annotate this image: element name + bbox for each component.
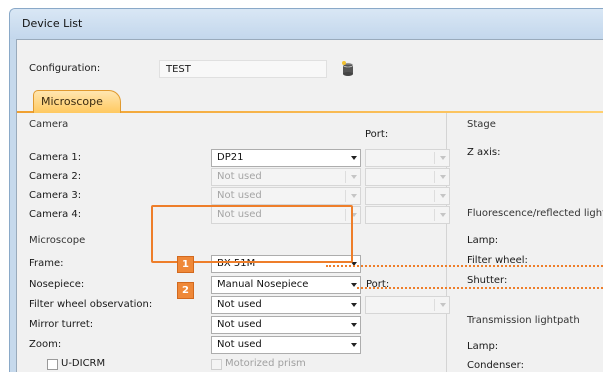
microscope-section-title: Microscope xyxy=(29,235,86,246)
zoom-label: Zoom: xyxy=(29,339,62,350)
combo-separator xyxy=(434,190,435,202)
chevron-down-icon xyxy=(440,303,446,307)
window-title: Device List xyxy=(22,17,83,30)
nosepiece-value: Manual Nosepiece xyxy=(217,279,309,290)
camera-1-value: DP21 xyxy=(217,152,244,163)
chevron-down-icon xyxy=(351,303,357,307)
motorized-prism-checkbox[interactable] xyxy=(211,359,222,370)
frame-label: Frame: xyxy=(29,258,64,269)
camera-3-select[interactable]: Not used xyxy=(211,187,361,205)
callout-dotted-line-1 xyxy=(326,265,603,267)
camera-3-port-select[interactable] xyxy=(365,187,450,205)
combo-separator xyxy=(434,209,435,221)
camera-2-value: Not used xyxy=(217,171,262,182)
mirror-turret-value: Not used xyxy=(217,319,262,330)
callout-badge-2: 2 xyxy=(177,282,194,299)
chevron-down-icon xyxy=(440,213,446,217)
title-bar[interactable]: Device List xyxy=(10,9,603,39)
nosepiece-select[interactable]: Manual Nosepiece xyxy=(211,276,361,294)
transmission-section-title: Transmission lightpath xyxy=(467,315,580,326)
filter-wheel-observation-label: Filter wheel observation: xyxy=(29,299,153,310)
configuration-value: TEST xyxy=(166,64,191,75)
mirror-turret-select[interactable]: Not used xyxy=(211,316,361,334)
camera-2-select[interactable]: Not used xyxy=(211,168,361,186)
chevron-down-icon xyxy=(440,194,446,198)
combo-separator xyxy=(434,171,435,183)
camera-4-port-select[interactable] xyxy=(365,206,450,224)
chevron-down-icon xyxy=(351,194,357,198)
chevron-down-icon xyxy=(351,156,357,160)
fluorescence-section-title: Fluorescence/reflected lightp xyxy=(467,208,603,219)
camera-3-value: Not used xyxy=(217,190,262,201)
fluorescence-lamp-label: Lamp: xyxy=(467,235,499,246)
callout-badge-1: 1 xyxy=(177,256,194,273)
callout-highlight-box xyxy=(151,205,353,263)
camera-port-header: Port: xyxy=(365,129,389,140)
callout-dotted-line-2 xyxy=(357,287,603,289)
fluorescence-shutter-label: Shutter: xyxy=(467,275,508,286)
condenser-label: Condenser: xyxy=(467,360,524,371)
combo-separator xyxy=(434,152,435,164)
camera-section-title: Camera xyxy=(29,119,69,130)
zoom-select[interactable]: Not used xyxy=(211,336,361,354)
zoom-value: Not used xyxy=(217,339,262,350)
camera-1-port-select[interactable] xyxy=(365,149,450,167)
filter-wheel-observation-value: Not used xyxy=(217,299,262,310)
camera-1-label: Camera 1: xyxy=(29,152,82,163)
device-list-window: Device List Configuration: TEST Microsco… xyxy=(9,8,603,372)
nosepiece-label: Nosepiece: xyxy=(29,279,85,290)
motorized-prism-label: Motorized prism xyxy=(225,358,306,369)
filter-wheel-observation-select[interactable]: Not used xyxy=(211,296,361,314)
combo-separator xyxy=(345,171,346,183)
filter-wheel-port-select[interactable] xyxy=(365,296,450,314)
chevron-down-icon xyxy=(351,343,357,347)
database-icon[interactable] xyxy=(341,61,355,77)
chevron-down-icon xyxy=(351,323,357,327)
udicrm-label: U-DICRM xyxy=(61,358,106,369)
tab-label: Microscope xyxy=(41,95,103,108)
chevron-down-icon xyxy=(351,175,357,179)
udicrm-checkbox[interactable] xyxy=(47,359,58,370)
stage-section-title: Stage xyxy=(467,119,496,130)
camera-2-label: Camera 2: xyxy=(29,171,82,182)
camera-3-label: Camera 3: xyxy=(29,190,82,201)
combo-separator xyxy=(434,299,435,311)
combo-separator xyxy=(345,190,346,202)
camera-1-select[interactable]: DP21 xyxy=(211,149,361,167)
camera-4-label: Camera 4: xyxy=(29,209,82,220)
configuration-field[interactable]: TEST xyxy=(159,60,327,78)
chevron-down-icon xyxy=(440,156,446,160)
z-axis-label: Z axis: xyxy=(467,147,501,158)
chevron-down-icon xyxy=(440,175,446,179)
mirror-turret-label: Mirror turret: xyxy=(29,319,94,330)
camera-2-port-select[interactable] xyxy=(365,168,450,186)
configuration-label: Configuration: xyxy=(29,63,101,74)
transmission-lamp-label: Lamp: xyxy=(467,341,499,352)
tab-microscope[interactable]: Microscope xyxy=(33,90,121,113)
